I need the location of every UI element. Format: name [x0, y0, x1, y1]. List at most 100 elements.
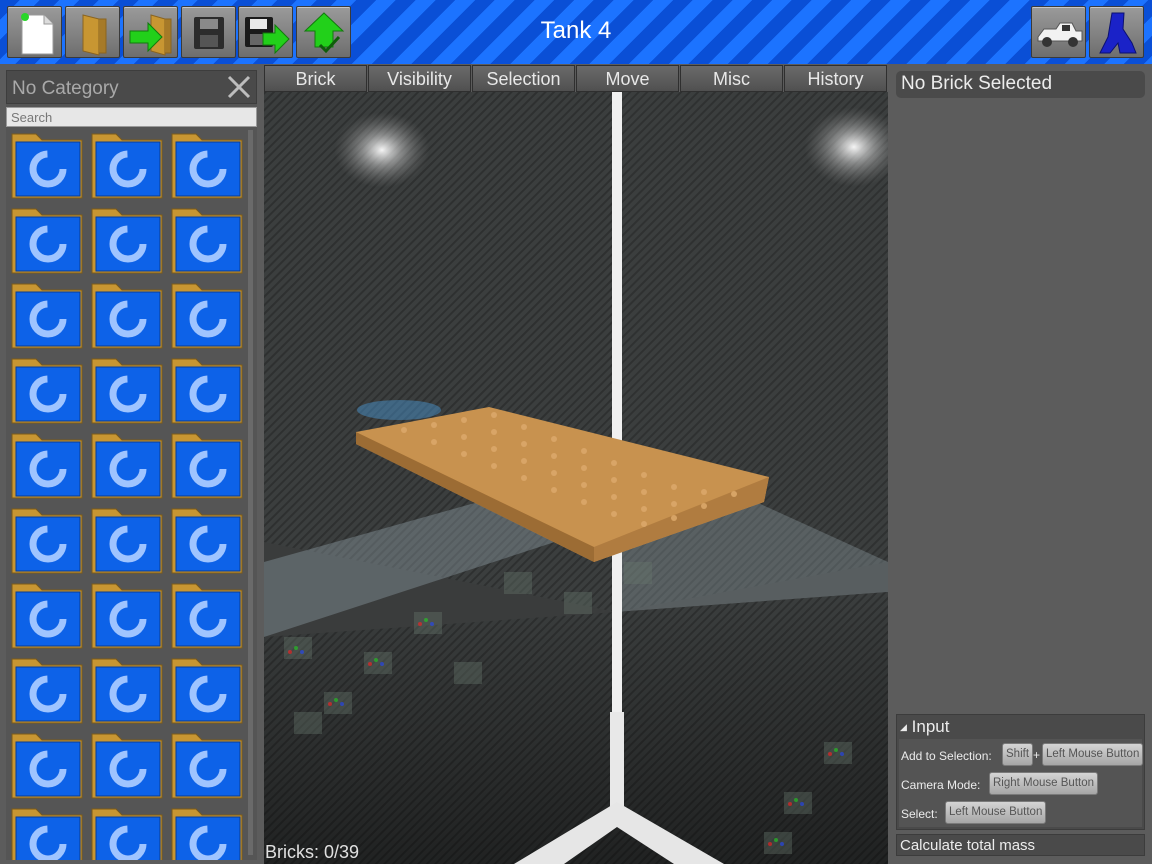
- catalog-scrollbar[interactable]: [248, 130, 253, 855]
- category-folder[interactable]: [10, 728, 86, 800]
- loading-folder-icon: [11, 658, 83, 724]
- category-folder[interactable]: [170, 128, 246, 200]
- category-folder[interactable]: [10, 428, 86, 500]
- shortcut-add-to-selection: Add to Selection: Shift + Left Mouse But…: [901, 743, 1144, 767]
- category-folder[interactable]: [10, 578, 86, 650]
- import-icon: [129, 14, 172, 56]
- vehicle-icon: [1037, 22, 1083, 47]
- vehicle-button[interactable]: [1031, 6, 1086, 58]
- left-mouse-key-badge: Left Mouse Button: [1042, 743, 1144, 766]
- category-folder[interactable]: [90, 653, 166, 725]
- tab-move[interactable]: Move: [576, 65, 679, 92]
- category-folder[interactable]: [170, 428, 246, 500]
- plus-sign: +: [1033, 748, 1041, 762]
- input-shortcuts: Add to Selection: Shift + Left Mouse But…: [899, 739, 1144, 827]
- new-file-icon: [21, 13, 54, 55]
- upload-icon: [303, 12, 345, 54]
- category-folder[interactable]: [90, 278, 166, 350]
- top-toolbar: Tank 4: [0, 0, 1152, 64]
- tab-visibility[interactable]: Visibility: [368, 65, 471, 92]
- loading-folder-icon: [11, 208, 83, 274]
- window-title: Tank 4: [540, 17, 612, 44]
- open-folder-icon: [82, 14, 107, 56]
- loading-folder-icon: [11, 133, 83, 199]
- loading-folder-icon: [91, 583, 163, 649]
- category-folder[interactable]: [170, 728, 246, 800]
- category-folder[interactable]: [90, 803, 166, 860]
- category-folder[interactable]: [90, 503, 166, 575]
- input-panel-toggle[interactable]: ◢ Input: [900, 717, 949, 737]
- category-folder[interactable]: [170, 278, 246, 350]
- category-folder[interactable]: [170, 578, 246, 650]
- category-folder[interactable]: [90, 128, 166, 200]
- loading-folder-icon: [91, 808, 163, 860]
- category-folder[interactable]: [10, 653, 86, 725]
- tab-brick[interactable]: Brick: [264, 65, 367, 92]
- brick-catalog-panel: No Category: [6, 70, 257, 860]
- loading-folder-icon: [91, 133, 163, 199]
- category-folder[interactable]: [90, 353, 166, 425]
- loading-folder-icon: [171, 358, 243, 424]
- category-selector[interactable]: No Category: [6, 70, 257, 104]
- tab-history[interactable]: History: [784, 65, 887, 92]
- loading-folder-icon: [171, 433, 243, 499]
- right-mouse-key-badge: Right Mouse Button: [989, 772, 1099, 795]
- shortcut-select: Select: Left Mouse Button: [901, 801, 1141, 825]
- category-folder[interactable]: [170, 653, 246, 725]
- loading-folder-icon: [91, 433, 163, 499]
- loading-folder-icon: [11, 508, 83, 574]
- save-icon: [194, 17, 224, 49]
- main-tab-bar: Brick Visibility Selection Move Misc His…: [264, 65, 888, 92]
- category-folder[interactable]: [90, 428, 166, 500]
- category-folder[interactable]: [90, 203, 166, 275]
- shortcut-camera-mode: Camera Mode: Right Mouse Button: [901, 772, 1141, 796]
- shift-key-badge: Shift: [1002, 743, 1034, 766]
- scene-render: [264, 92, 888, 864]
- save-as-button[interactable]: [238, 6, 293, 58]
- select-left-mouse-key-badge: Left Mouse Button: [945, 801, 1047, 824]
- loading-folder-icon: [91, 733, 163, 799]
- upload-button[interactable]: [296, 6, 351, 58]
- save-as-icon: [245, 17, 290, 55]
- properties-panel: No Brick Selected ◢ Input Add to Selecti…: [893, 66, 1152, 864]
- category-folder[interactable]: [10, 128, 86, 200]
- shortcut-label: Camera Mode:: [901, 778, 981, 792]
- category-folder[interactable]: [10, 503, 86, 575]
- input-panel-title: Input: [911, 717, 950, 736]
- loading-folder-icon: [11, 358, 83, 424]
- loading-folder-icon: [91, 358, 163, 424]
- category-folder[interactable]: [90, 578, 166, 650]
- selection-header: No Brick Selected: [896, 71, 1145, 98]
- tab-misc[interactable]: Misc: [680, 65, 783, 92]
- loading-folder-icon: [11, 808, 83, 860]
- category-folder[interactable]: [90, 728, 166, 800]
- loading-folder-icon: [11, 733, 83, 799]
- import-button[interactable]: [123, 6, 178, 58]
- character-button[interactable]: [1089, 6, 1144, 58]
- category-folder[interactable]: [10, 203, 86, 275]
- save-button[interactable]: [181, 6, 236, 58]
- category-folder[interactable]: [10, 278, 86, 350]
- character-icon: [1099, 12, 1137, 54]
- loading-folder-icon: [171, 208, 243, 274]
- shortcut-label: Add to Selection:: [901, 749, 992, 763]
- loading-folder-icon: [171, 508, 243, 574]
- loading-folder-icon: [11, 433, 83, 499]
- category-folder[interactable]: [10, 353, 86, 425]
- search-input[interactable]: [6, 107, 257, 127]
- category-folder[interactable]: [170, 503, 246, 575]
- tab-selection[interactable]: Selection: [472, 65, 575, 92]
- new-file-button[interactable]: [7, 6, 62, 58]
- loading-folder-icon: [11, 283, 83, 349]
- category-folder[interactable]: [170, 203, 246, 275]
- calculate-mass-button[interactable]: Calculate total mass: [896, 834, 1145, 856]
- close-icon[interactable]: [226, 74, 252, 100]
- input-help-panel: ◢ Input Add to Selection: Shift + Left M…: [896, 714, 1145, 830]
- category-folder-grid: [6, 128, 257, 860]
- category-folder[interactable]: [10, 803, 86, 860]
- category-folder[interactable]: [170, 353, 246, 425]
- 3d-viewport[interactable]: [264, 92, 888, 864]
- open-folder-button[interactable]: [65, 6, 120, 58]
- loading-folder-icon: [171, 733, 243, 799]
- category-folder[interactable]: [170, 803, 246, 860]
